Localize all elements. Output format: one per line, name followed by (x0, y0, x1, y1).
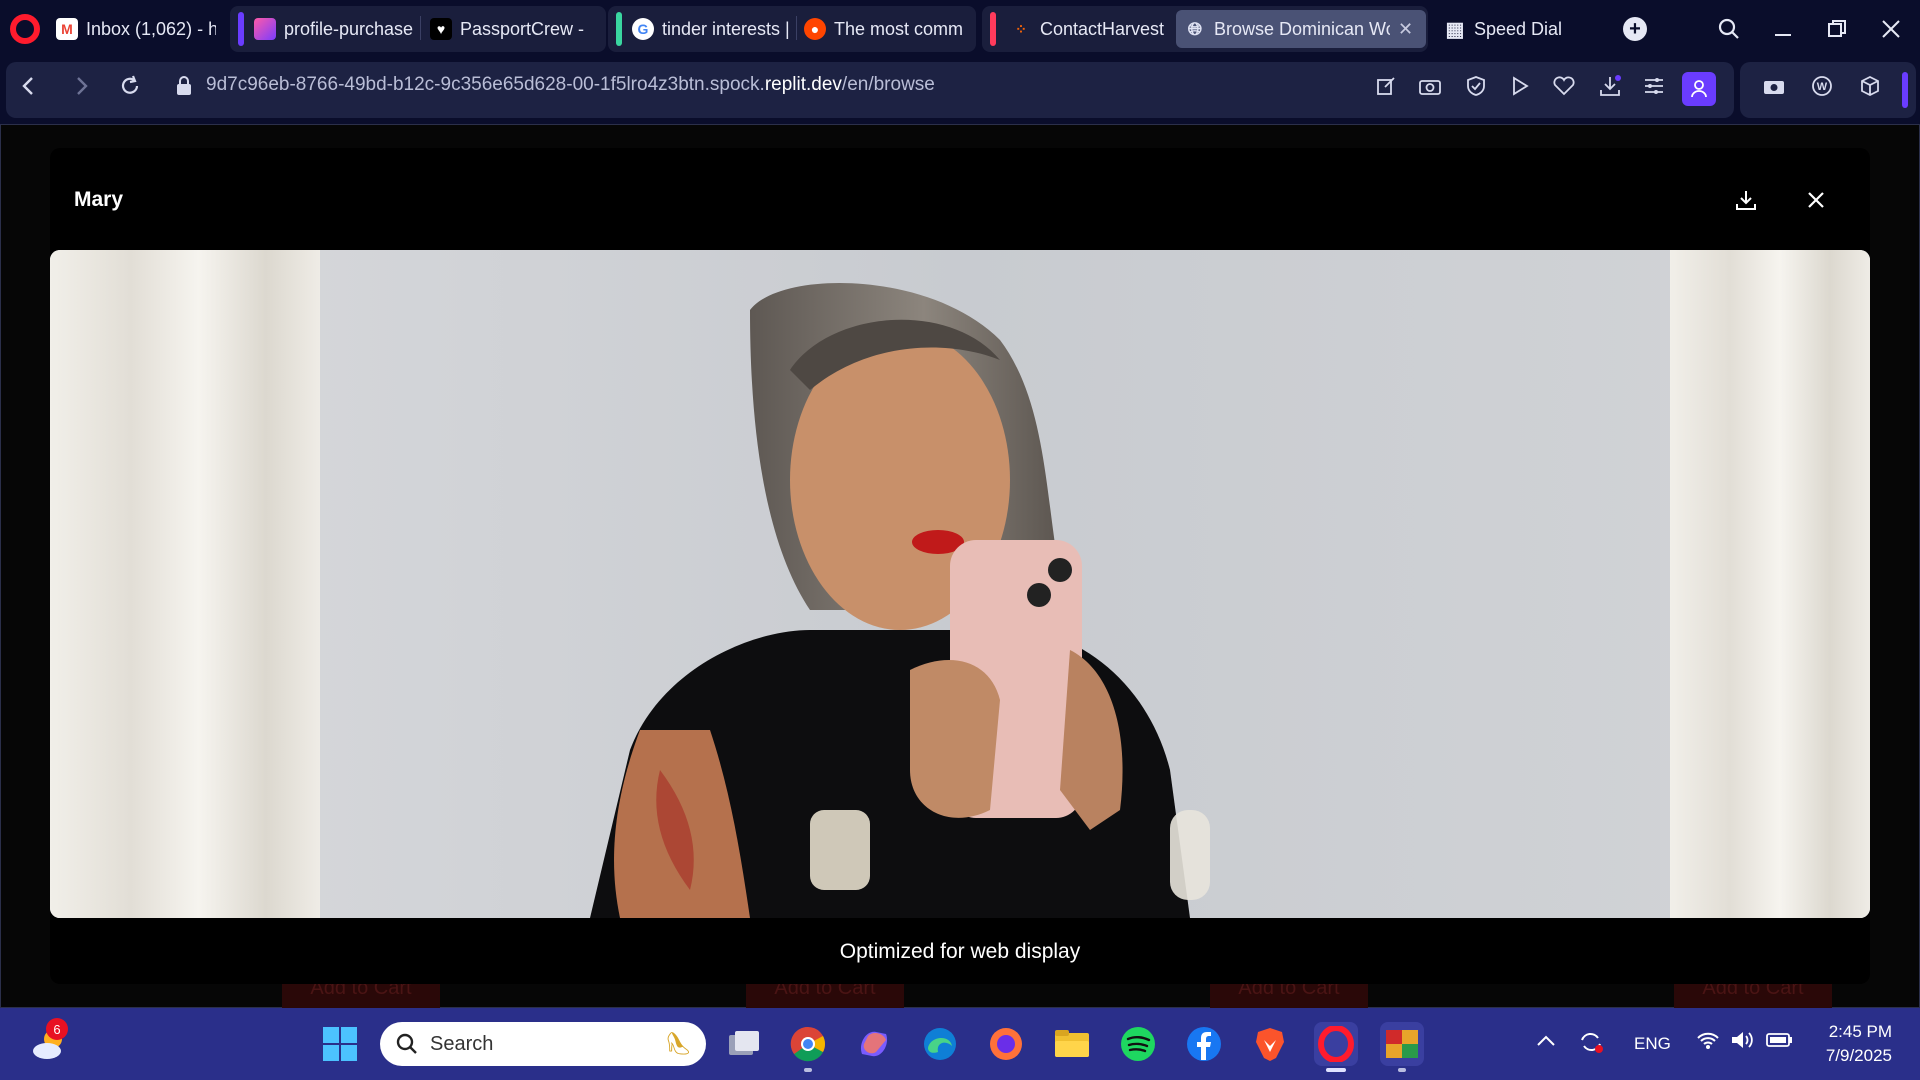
opera-logo-icon[interactable] (10, 14, 40, 44)
close-tab-icon[interactable]: ✕ (1398, 19, 1413, 40)
lock-icon[interactable] (176, 76, 192, 96)
new-tab-button[interactable]: + (1623, 17, 1647, 41)
tab-group-indicator (238, 12, 244, 46)
firefox-icon[interactable] (984, 1022, 1028, 1066)
tab-profile-purchase[interactable]: profile-purchase (254, 6, 414, 52)
tab-reddit[interactable]: ● The most comm (804, 6, 964, 52)
tab-browse-dominican[interactable]: 🌐︎ Browse Dominican Wo ✕ (1176, 10, 1426, 48)
battery-icon[interactable] (1766, 1030, 1794, 1055)
ad-blocker-shield-icon[interactable] (1460, 70, 1492, 102)
play-icon[interactable] (1504, 70, 1536, 102)
wifi-icon[interactable] (1696, 1030, 1720, 1055)
navigation-bar: 9d7c96eb-8766-49bd-b12c-9c356e65d628-00-… (0, 58, 1920, 124)
gmail-icon: M (56, 18, 78, 40)
address-url[interactable]: 9d7c96eb-8766-49bd-b12c-9c356e65d628-00-… (206, 74, 935, 96)
close-window-icon[interactable] (1874, 12, 1908, 46)
system-clock[interactable]: 2:45 PM 7/9/2025 (1826, 1020, 1892, 1068)
language-indicator[interactable]: ENG (1634, 1034, 1671, 1054)
restore-icon[interactable] (1820, 12, 1854, 46)
google-icon: G (632, 18, 654, 40)
sync-icon[interactable] (1578, 1030, 1604, 1059)
start-icon[interactable] (318, 1022, 362, 1066)
mirror-selfie-image (50, 250, 1870, 918)
tab-gmail[interactable]: M Inbox (1,062) - h (56, 6, 216, 52)
sidebar-indicator (1902, 72, 1908, 108)
file-explorer-icon[interactable] (1050, 1022, 1094, 1066)
tab-group-indicator (616, 12, 622, 46)
facebook-icon[interactable] (1182, 1022, 1226, 1066)
brave-icon[interactable] (1248, 1022, 1292, 1066)
reddit-icon: ● (804, 18, 826, 40)
back-icon[interactable] (10, 68, 46, 104)
task-view-icon[interactable] (722, 1022, 766, 1066)
speed-dial-icon: ▦ (1445, 18, 1465, 41)
clock-date: 7/9/2025 (1825, 1046, 1892, 1065)
copilot-icon[interactable] (852, 1022, 896, 1066)
edit-page-icon[interactable] (1370, 70, 1402, 102)
volume-icon[interactable] (1730, 1030, 1754, 1055)
profile-icon[interactable] (1682, 72, 1716, 106)
close-icon (1808, 192, 1824, 208)
spotify-icon[interactable] (1116, 1022, 1160, 1066)
profile-photo (50, 250, 1870, 918)
tab-speed-dial[interactable]: ▦ Speed Dial (1444, 6, 1614, 52)
tab-group-indicator (990, 12, 996, 46)
download-icon (1736, 191, 1756, 210)
tab-contactharvest[interactable]: ⁘ ContactHarvest (1010, 6, 1166, 52)
tab-passportcrew[interactable]: ♥ PassportCrew - I (430, 6, 590, 52)
opera-taskbar-icon[interactable] (1314, 1022, 1358, 1066)
forward-icon[interactable] (64, 68, 100, 104)
clock-time: 2:45 PM (1828, 1022, 1892, 1041)
camera-extension-icon[interactable] (1758, 70, 1790, 102)
search-tabs-icon[interactable] (1712, 12, 1746, 46)
heart-icon: ♥ (430, 18, 452, 40)
show-hidden-icons[interactable] (1536, 1030, 1556, 1053)
cube-extension-icon[interactable] (1854, 70, 1886, 102)
search-placeholder: Search (430, 1032, 494, 1055)
svg-text:W: W (1817, 81, 1828, 93)
edge-icon[interactable] (918, 1022, 962, 1066)
tab-strip: M Inbox (1,062) - h profile-purchase ♥ P… (0, 0, 1920, 58)
weather-badge: 6 (46, 1018, 68, 1040)
tab-google-search[interactable]: G tinder interests | (632, 6, 792, 52)
chrome-icon[interactable] (786, 1022, 830, 1066)
snapshot-icon[interactable] (1414, 70, 1446, 102)
search-icon (396, 1033, 417, 1054)
search-highlight-icon: 👠︎ (664, 1031, 692, 1056)
heart-app-icon (254, 18, 276, 40)
replit-icon: ⁘ (1015, 20, 1027, 37)
close-lightbox-button[interactable] (1798, 182, 1834, 218)
lightbox-title: Mary (74, 188, 124, 211)
easy-setup-icon[interactable] (1638, 70, 1670, 102)
downloads-icon[interactable] (1594, 70, 1626, 102)
map-app-icon[interactable] (1380, 1022, 1424, 1066)
reload-icon[interactable] (112, 68, 148, 104)
minimize-icon[interactable] (1766, 12, 1800, 46)
download-image-button[interactable] (1728, 182, 1764, 218)
globe-icon: 🌐︎ (1187, 18, 1203, 39)
wallet-extension-icon[interactable]: W (1806, 70, 1838, 102)
lightbox-caption: Optimized for web display (839, 940, 1081, 963)
taskbar-search[interactable]: Search 👠︎ (380, 1022, 706, 1066)
bookmark-heart-icon[interactable] (1548, 70, 1580, 102)
